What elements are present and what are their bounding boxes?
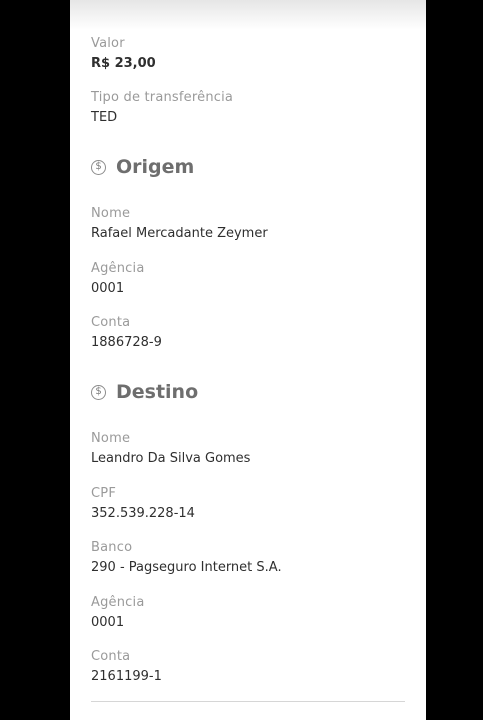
tipo-label: Tipo de transferência [91, 90, 234, 105]
destino-conta-field: Conta 2161199-1 [91, 649, 162, 685]
destino-agencia-value: 0001 [91, 615, 125, 630]
valor-value: R$ 23,00 [91, 56, 156, 71]
divider [91, 701, 405, 702]
destino-conta-label: Conta [91, 649, 131, 664]
origem-agencia-value: 0001 [91, 281, 125, 296]
origem-agencia-field: Agência 0001 [91, 261, 145, 297]
destino-banco-value: 290 - Pagseguro Internet S.A. [91, 560, 282, 575]
destino-agencia-field: Agência 0001 [91, 595, 145, 631]
destino-cpf-label: CPF [91, 486, 116, 501]
origem-title: Origem [116, 156, 195, 178]
receipt-panel: Valor R$ 23,00 Tipo de transferência TED… [70, 0, 426, 720]
destino-cpf-field: CPF 352.539.228-14 [91, 486, 195, 522]
origem-conta-value: 1886728-9 [91, 335, 162, 350]
destino-header: $ Destino [91, 381, 198, 403]
destino-cpf-value: 352.539.228-14 [91, 506, 195, 521]
destino-banco-label: Banco [91, 540, 133, 555]
origem-conta-label: Conta [91, 315, 131, 330]
tipo-value: TED [91, 110, 118, 125]
dollar-circle-icon: $ [91, 159, 106, 175]
valor-field: Valor R$ 23,00 [91, 36, 156, 72]
valor-label: Valor [91, 36, 125, 51]
origem-nome-label: Nome [91, 206, 131, 221]
destino-nome-label: Nome [91, 431, 131, 446]
origem-conta-field: Conta 1886728-9 [91, 315, 162, 351]
origem-nome-value: Rafael Mercadante Zeymer [91, 226, 268, 241]
destino-nome-value: Leandro Da Silva Gomes [91, 451, 251, 466]
destino-title: Destino [116, 381, 199, 403]
origem-nome-field: Nome Rafael Mercadante Zeymer [91, 206, 268, 242]
origem-agencia-label: Agência [91, 261, 145, 276]
top-shadow [70, 0, 426, 30]
destino-agencia-label: Agência [91, 595, 145, 610]
origem-header: $ Origem [91, 156, 194, 178]
destino-banco-field: Banco 290 - Pagseguro Internet S.A. [91, 540, 282, 576]
tipo-field: Tipo de transferência TED [91, 90, 233, 126]
dollar-circle-icon: $ [91, 384, 106, 400]
destino-conta-value: 2161199-1 [91, 669, 162, 684]
destino-nome-field: Nome Leandro Da Silva Gomes [91, 431, 250, 467]
